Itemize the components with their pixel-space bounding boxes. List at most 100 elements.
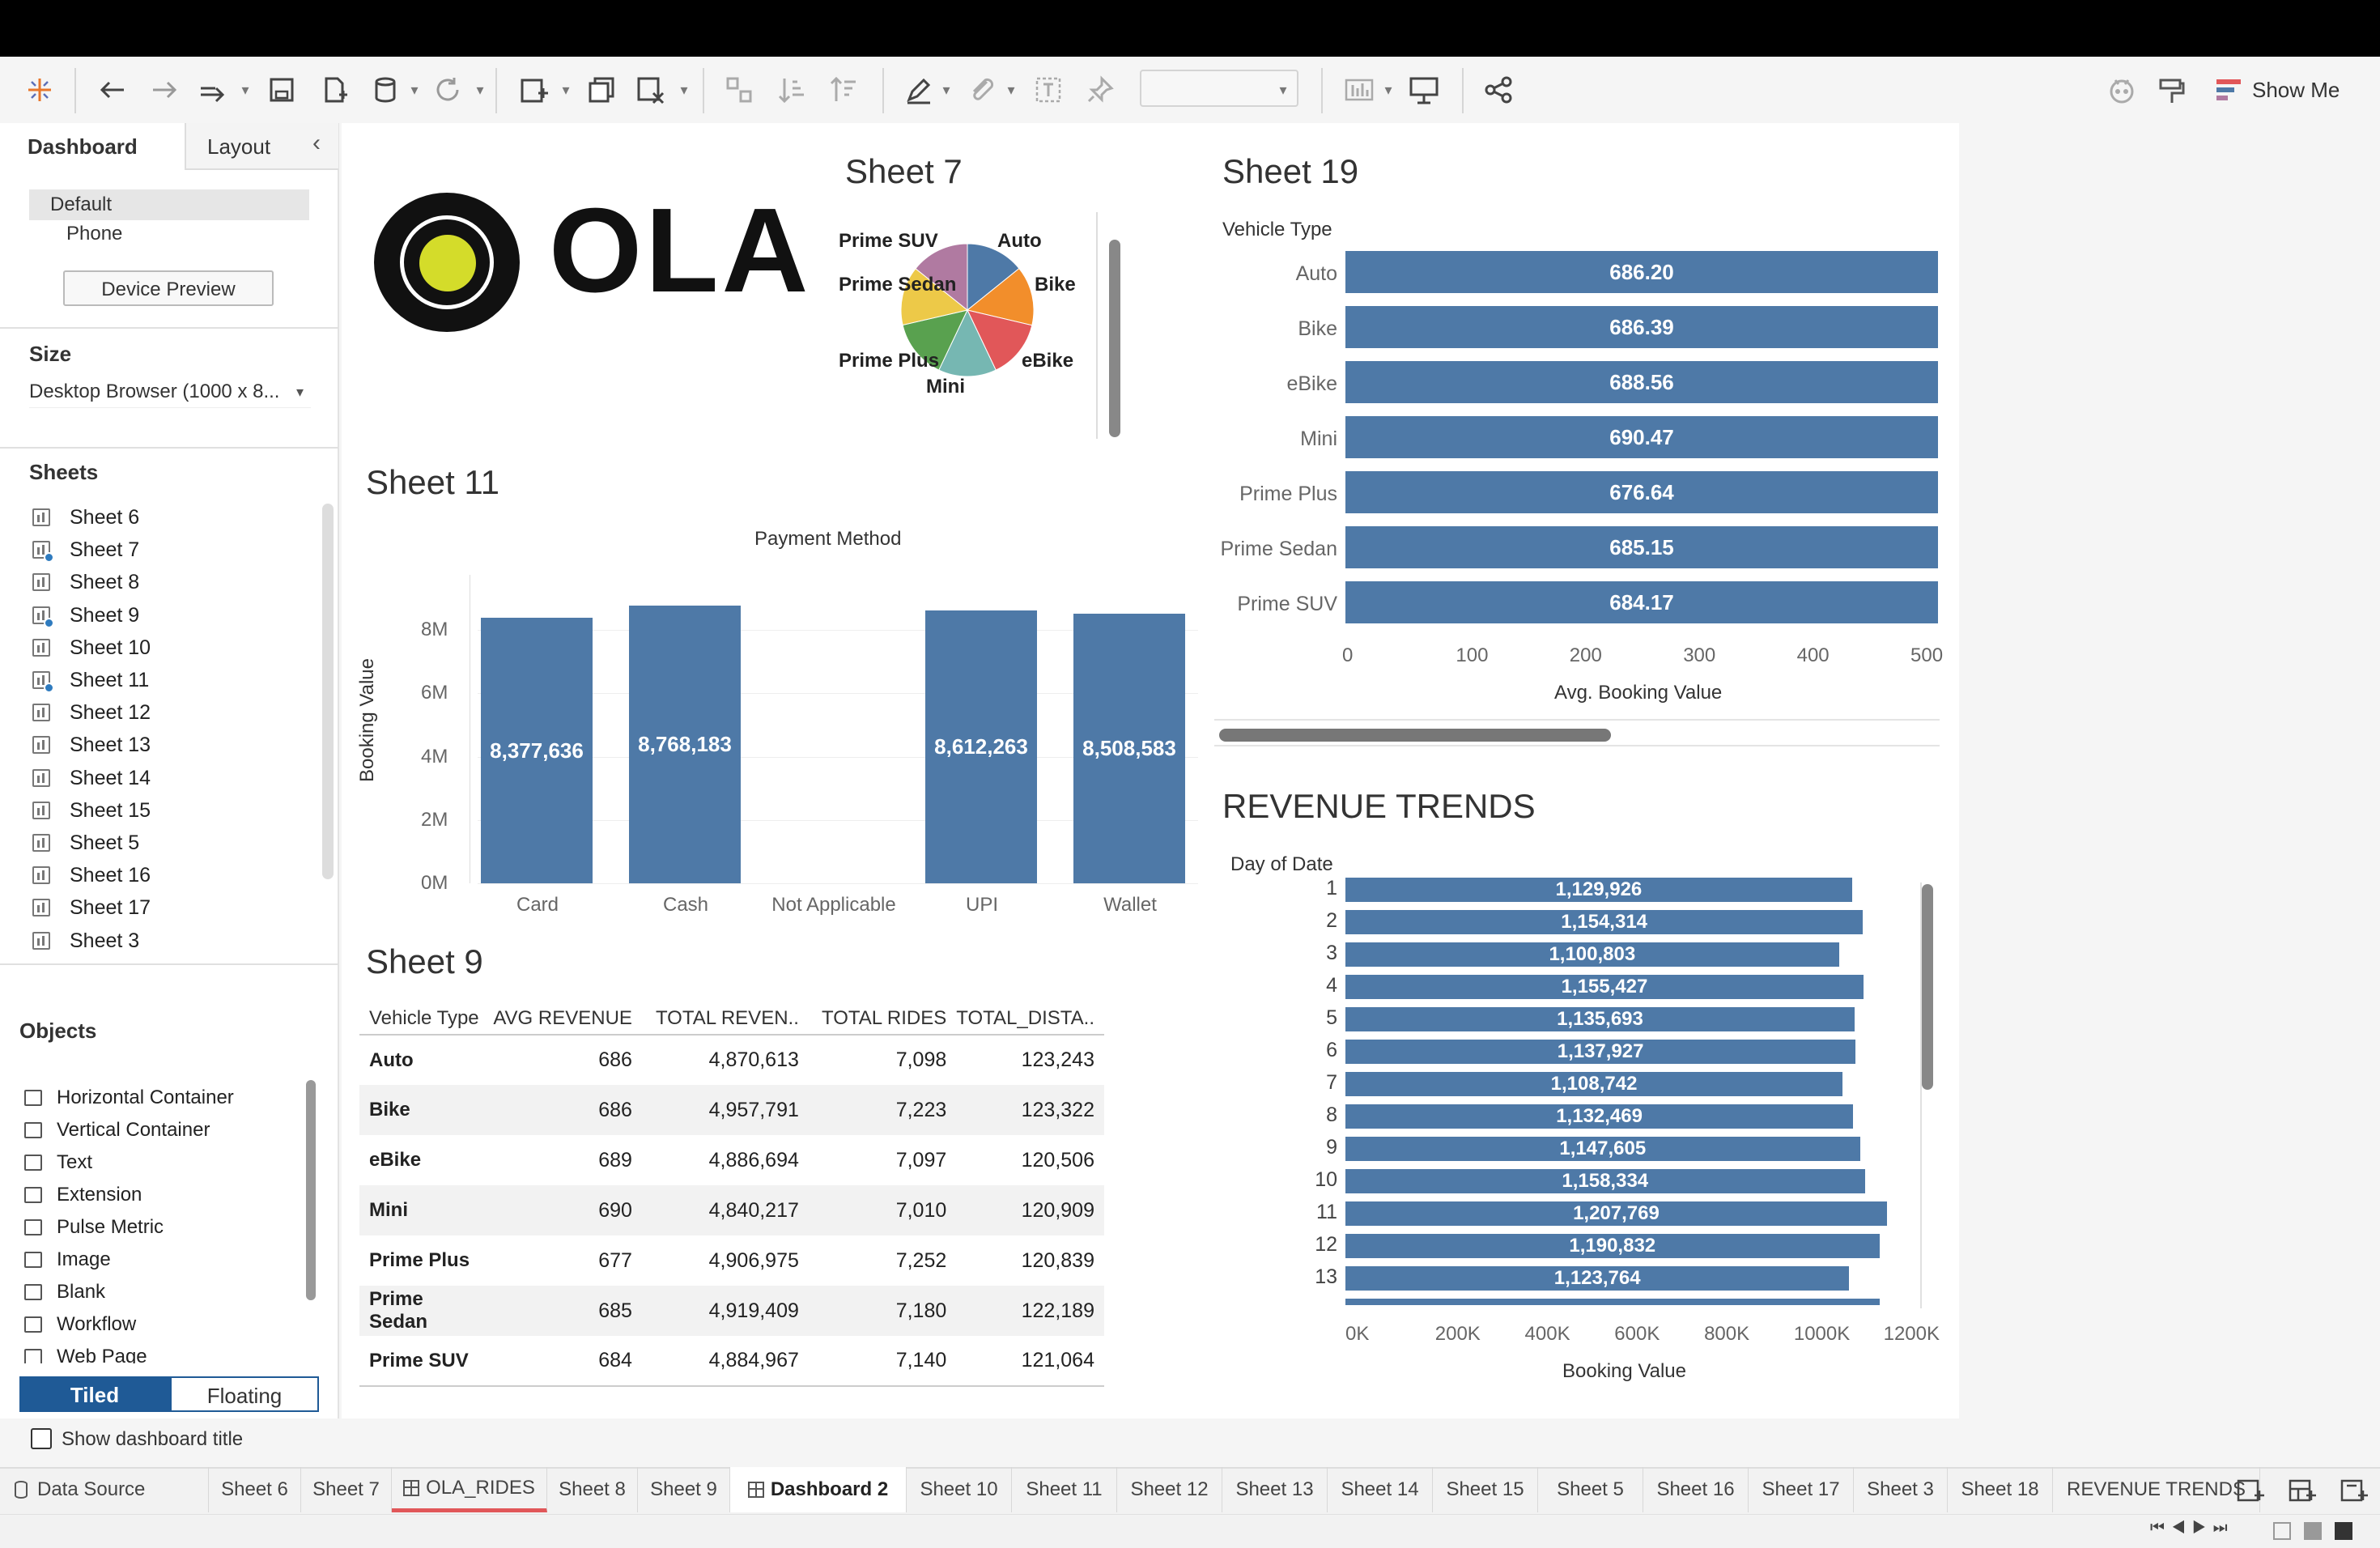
- tab-sheet-11[interactable]: Sheet 11: [1012, 1467, 1117, 1512]
- revenue-bar[interactable]: 1,135,693: [1345, 1007, 1855, 1031]
- chevron-down-icon[interactable]: ▾: [407, 82, 422, 98]
- device-preview-button[interactable]: Device Preview: [63, 270, 274, 306]
- revenue-bar[interactable]: 1,158,334: [1345, 1169, 1865, 1193]
- show-me-button[interactable]: Show Me: [2252, 78, 2340, 103]
- tab-navigation-icon[interactable]: ⏮◀▶⏭: [2150, 1519, 2234, 1537]
- tab-sheet-13[interactable]: Sheet 13: [1222, 1467, 1328, 1512]
- tab-sheet-18[interactable]: Sheet 18: [1948, 1467, 2053, 1512]
- pause-updates-icon[interactable]: [367, 71, 404, 108]
- revenue-bar[interactable]: 1,155,427: [1345, 975, 1864, 999]
- table-column-header[interactable]: TOTAL REVEN..: [642, 1002, 809, 1035]
- format-workbook-icon[interactable]: [2153, 71, 2191, 108]
- tab-sheet-16[interactable]: Sheet 16: [1643, 1467, 1749, 1512]
- clear-sheet-icon[interactable]: [631, 71, 669, 108]
- new-data-source-icon[interactable]: [316, 71, 353, 108]
- object-item[interactable]: Pulse Metric: [24, 1214, 283, 1240]
- sheet19-bar[interactable]: 688.56: [1345, 361, 1938, 403]
- tab-sheet-12[interactable]: Sheet 12: [1117, 1467, 1222, 1512]
- tab-sheet-10[interactable]: Sheet 10: [907, 1467, 1012, 1512]
- tiled-button[interactable]: Tiled: [19, 1376, 170, 1412]
- table-column-header[interactable]: Vehicle Type: [359, 1002, 493, 1035]
- sheet11-bar[interactable]: 8,508,583: [1073, 614, 1185, 883]
- table-column-header[interactable]: AVG REVENUE: [493, 1002, 642, 1035]
- sheets-scrollbar[interactable]: [322, 504, 334, 879]
- object-item[interactable]: Text: [24, 1150, 283, 1176]
- redo-icon[interactable]: [146, 71, 183, 108]
- show-me-icon[interactable]: [2216, 79, 2241, 100]
- duplicate-icon[interactable]: [583, 71, 620, 108]
- sheet-list-item[interactable]: Sheet 5: [29, 831, 288, 857]
- revenue-bar[interactable]: 1,154,314: [1345, 910, 1864, 934]
- tableau-logo-icon[interactable]: [21, 71, 58, 108]
- revenue-bar[interactable]: 1,100,803: [1345, 942, 1839, 967]
- share-icon[interactable]: [1480, 71, 1517, 108]
- sheet-list-item[interactable]: Sheet 6: [29, 505, 288, 531]
- sheet7-scrollbar[interactable]: [1109, 240, 1120, 437]
- tab-data-source[interactable]: Data Source: [0, 1467, 209, 1512]
- tab-sheet-17[interactable]: Sheet 17: [1749, 1467, 1854, 1512]
- revenue-bar[interactable]: 1,129,926: [1345, 878, 1852, 902]
- object-item[interactable]: Horizontal Container: [24, 1085, 283, 1111]
- sheet-list-item[interactable]: Sheet 8: [29, 570, 288, 596]
- filmstrip-view-icon[interactable]: [2304, 1522, 2322, 1540]
- revenue-bar[interactable]: 1,137,927: [1345, 1040, 1856, 1064]
- sheet-list-item[interactable]: Sheet 14: [29, 766, 288, 792]
- sheet-list-item[interactable]: Sheet 7: [29, 538, 288, 563]
- chevron-down-icon[interactable]: ▾: [238, 82, 253, 98]
- revenue-bar[interactable]: 1,207,769: [1345, 1201, 1887, 1226]
- size-select[interactable]: Desktop Browser (1000 x 8...: [29, 381, 311, 408]
- objects-scrollbar[interactable]: [306, 1080, 316, 1300]
- replay-icon[interactable]: [194, 71, 232, 108]
- revenue-bar[interactable]: 1,108,742: [1345, 1072, 1843, 1096]
- sheet19-bar[interactable]: 684.17: [1345, 581, 1938, 623]
- revenue-bar[interactable]: 1,190,832: [1345, 1234, 1880, 1258]
- sheet19-bar[interactable]: 676.64: [1345, 471, 1938, 513]
- object-item[interactable]: Image: [24, 1247, 283, 1273]
- show-cards-icon[interactable]: [1341, 71, 1378, 108]
- new-dashboard-tab-icon[interactable]: [2283, 1472, 2320, 1509]
- chevron-down-icon[interactable]: ▾: [296, 384, 304, 401]
- sheet11-bar[interactable]: 8,768,183: [629, 606, 741, 883]
- sheet11-bar[interactable]: 8,612,263: [925, 610, 1037, 883]
- object-item[interactable]: Blank: [24, 1279, 283, 1305]
- floating-button[interactable]: Floating: [170, 1376, 319, 1412]
- show-title-checkbox[interactable]: [31, 1428, 52, 1449]
- chevron-down-icon[interactable]: ▾: [559, 82, 573, 98]
- tab-sheet-14[interactable]: Sheet 14: [1328, 1467, 1433, 1512]
- sheet19-bar[interactable]: 685.15: [1345, 526, 1938, 568]
- chevron-down-icon[interactable]: ▾: [1276, 82, 1290, 98]
- table-column-header[interactable]: TOTAL_DISTA..: [956, 1002, 1104, 1035]
- sheet-list-item[interactable]: Sheet 17: [29, 895, 288, 921]
- tab-sheet-9[interactable]: Sheet 9: [638, 1467, 730, 1512]
- sheet-list-item[interactable]: Sheet 15: [29, 798, 288, 824]
- fit-select[interactable]: [1140, 70, 1298, 107]
- sheet19-bar[interactable]: 686.39: [1345, 306, 1938, 348]
- device-phone[interactable]: Phone: [66, 223, 122, 245]
- object-item[interactable]: Extension: [24, 1182, 283, 1208]
- new-worksheet-icon[interactable]: [515, 71, 552, 108]
- object-item[interactable]: Vertical Container: [24, 1117, 283, 1143]
- collapse-sidebar-icon[interactable]: ‹: [312, 130, 321, 157]
- chevron-down-icon[interactable]: ▾: [939, 82, 954, 98]
- chevron-down-icon[interactable]: ▾: [473, 82, 487, 98]
- sheet-list-item[interactable]: Sheet 10: [29, 636, 288, 661]
- revenue-bar[interactable]: 1,147,605: [1345, 1137, 1860, 1161]
- chevron-down-icon[interactable]: ▾: [1004, 82, 1018, 98]
- object-item[interactable]: Web Page: [24, 1344, 283, 1363]
- tabs-view-icon[interactable]: [2335, 1522, 2352, 1540]
- ai-assistant-icon[interactable]: [2103, 71, 2140, 108]
- tab-dashboard[interactable]: Dashboard: [0, 123, 185, 170]
- sheet-list-item[interactable]: Sheet 16: [29, 863, 288, 889]
- object-item[interactable]: Workflow: [24, 1312, 283, 1337]
- sheet11-bar[interactable]: 8,377,636: [481, 618, 593, 883]
- highlight-icon[interactable]: [900, 71, 937, 108]
- revenue-scrollbar[interactable]: [1922, 884, 1933, 1090]
- sheet-list-item[interactable]: Sheet 3: [29, 929, 288, 955]
- new-story-tab-icon[interactable]: [2335, 1472, 2372, 1509]
- sort-ascending-icon[interactable]: [774, 71, 811, 108]
- tab-sheet-7[interactable]: Sheet 7: [301, 1467, 392, 1512]
- tab-ola-rides[interactable]: OLA_RIDES: [392, 1467, 547, 1512]
- sheet-list-item[interactable]: Sheet 13: [29, 733, 288, 759]
- undo-icon[interactable]: [94, 71, 131, 108]
- sheet19-horizontal-scrollbar[interactable]: [1219, 729, 1611, 742]
